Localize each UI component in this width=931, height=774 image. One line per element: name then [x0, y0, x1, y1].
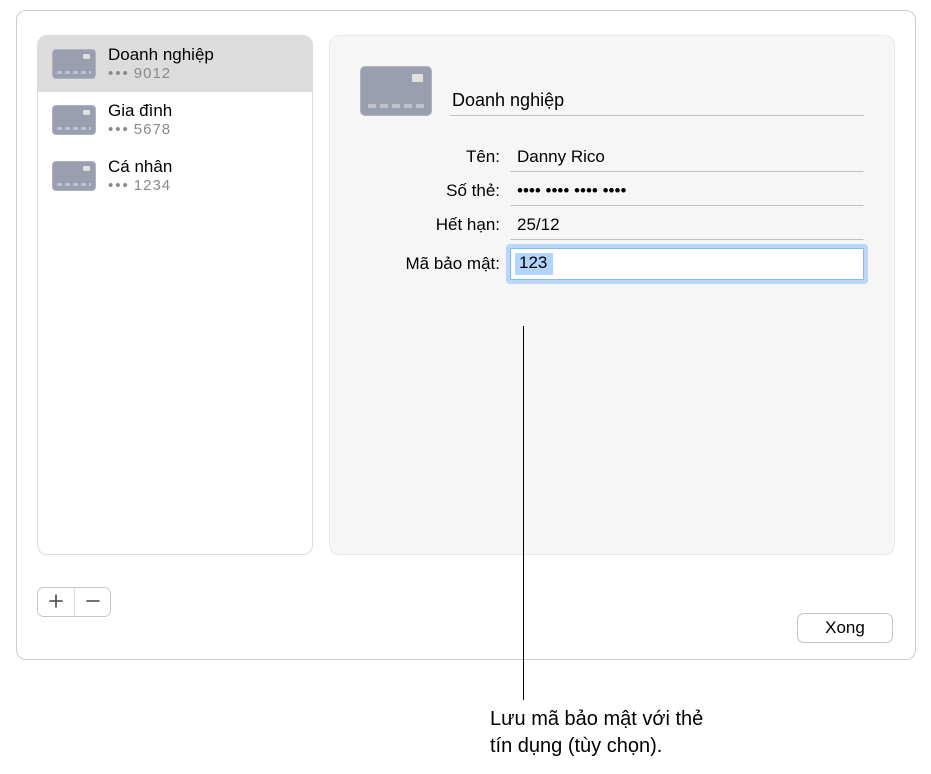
card-description-input[interactable]: [450, 86, 864, 116]
card-list: Doanh nghiệp •••9012 Gia đình •••5678: [37, 35, 313, 555]
card-title: Doanh nghiệp: [108, 44, 214, 65]
minus-icon: [86, 591, 100, 614]
card-item-personal[interactable]: Cá nhân •••1234: [38, 148, 312, 204]
content-columns: Doanh nghiệp •••9012 Gia đình •••5678: [17, 11, 915, 555]
callout-leader-line: [523, 326, 524, 700]
card-subtitle: •••1234: [108, 177, 172, 196]
card-detail-panel: Tên: Số thẻ: Hết hạn: Mã bảo mật:: [329, 35, 895, 555]
card-title: Cá nhân: [108, 156, 172, 177]
card-subtitle: •••5678: [108, 121, 172, 140]
row-number: Số thẻ:: [360, 176, 864, 206]
callout-text: Lưu mã bảo mật với thẻ tín dụng (tùy chọ…: [490, 706, 870, 760]
card-text: Doanh nghiệp •••9012: [108, 44, 214, 84]
card-text: Gia đình •••5678: [108, 100, 172, 140]
label-name: Tên:: [360, 147, 510, 167]
row-security: Mã bảo mật: 123: [360, 248, 864, 280]
plus-minus-group: [37, 587, 111, 617]
label-number: Số thẻ:: [360, 181, 510, 201]
card-item-family[interactable]: Gia đình •••5678: [38, 92, 312, 148]
row-expiry: Hết hạn:: [360, 210, 864, 240]
credit-card-icon: [52, 105, 96, 135]
label-expiry: Hết hạn:: [360, 215, 510, 235]
card-number-input[interactable]: [510, 176, 864, 206]
row-name: Tên:: [360, 142, 864, 172]
card-title: Gia đình: [108, 100, 172, 121]
add-remove-controls: [37, 587, 111, 617]
cardholder-name-input[interactable]: [510, 142, 864, 172]
security-code-input[interactable]: [510, 248, 864, 280]
remove-card-button[interactable]: [74, 588, 110, 616]
security-code-value: 123: [519, 253, 547, 273]
plus-icon: [49, 591, 63, 614]
label-security: Mã bảo mật:: [360, 254, 510, 274]
card-item-business[interactable]: Doanh nghiệp •••9012: [38, 36, 312, 92]
detail-header: [360, 66, 864, 116]
add-card-button[interactable]: [38, 588, 74, 616]
preferences-window: Doanh nghiệp •••9012 Gia đình •••5678: [16, 10, 916, 660]
done-button[interactable]: Xong: [797, 613, 893, 643]
card-text: Cá nhân •••1234: [108, 156, 172, 196]
credit-card-icon: [360, 66, 432, 116]
credit-card-icon: [52, 49, 96, 79]
card-subtitle: •••9012: [108, 65, 214, 84]
expiry-input[interactable]: [510, 210, 864, 240]
credit-card-icon: [52, 161, 96, 191]
